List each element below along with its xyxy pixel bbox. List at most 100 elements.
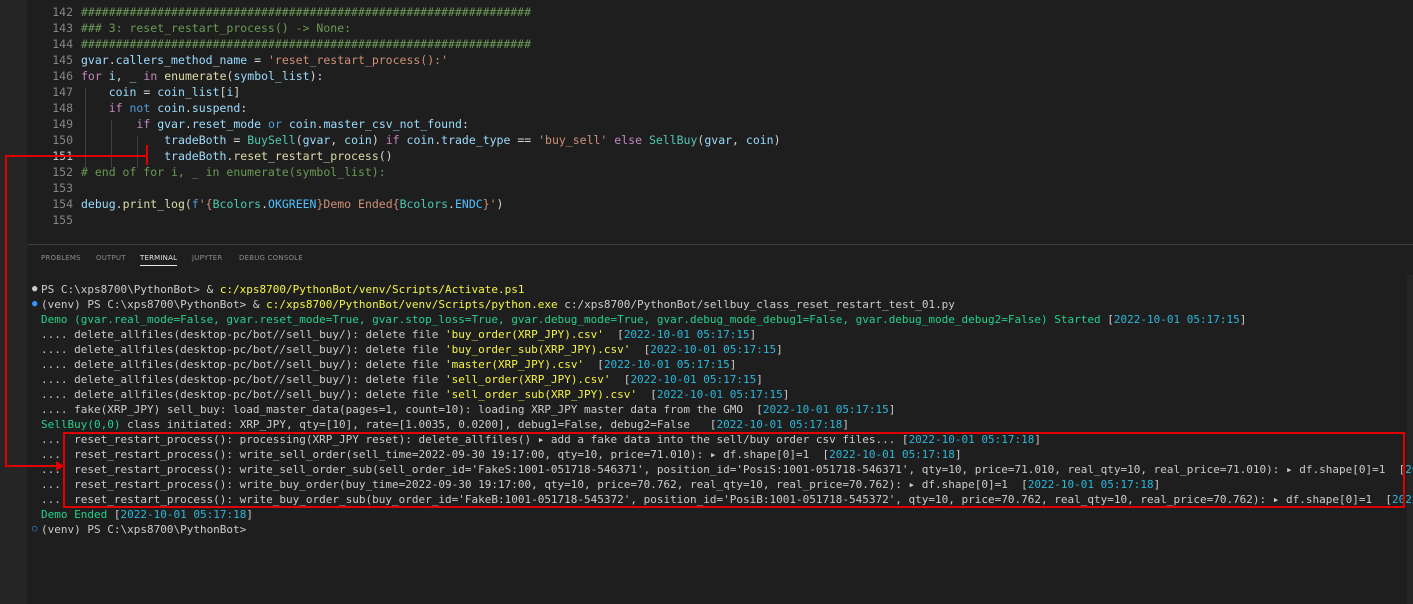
code-line[interactable]: 152 # end of for i, _ in enumerate(symbol… <box>27 164 1413 180</box>
code-token: == <box>510 133 539 147</box>
code-line[interactable]: 155 <box>27 212 1413 228</box>
code-line[interactable]: 154 debug.print_log(f'{Bcolors.OKGREEN}De… <box>27 196 1413 212</box>
terminal-text: [ <box>610 373 631 386</box>
annotation-highlight-box <box>63 432 1405 508</box>
code-token: ########################################… <box>81 5 532 19</box>
terminal-text: PS C:\xps8700\PythonBot> & <box>41 283 220 296</box>
code-token: suspend <box>191 101 241 115</box>
line-number: 146 <box>52 69 73 83</box>
code-token: gvar <box>302 133 331 147</box>
code-line[interactable]: 143 ### 3: reset_restart_process() -> Non… <box>27 20 1413 36</box>
code-token: = <box>247 53 268 67</box>
code-line[interactable]: 153 <box>27 180 1413 196</box>
annotation-connector <box>5 155 147 157</box>
code-token: = <box>136 85 158 99</box>
code-token: coin <box>406 133 435 147</box>
code-token: : <box>461 117 469 131</box>
code-line[interactable]: 149 if gvar.reset_mode or coin.master_cs… <box>27 116 1413 132</box>
line-number: 152 <box>52 165 73 179</box>
line-number: 153 <box>52 181 73 195</box>
tab-jupyter[interactable]: JUPYTER <box>192 254 223 262</box>
annotation-connector <box>5 155 7 466</box>
line-number: 145 <box>52 53 73 67</box>
tab-terminal[interactable]: TERMINAL <box>140 254 178 266</box>
code-token: . <box>184 117 192 131</box>
code-editor[interactable]: 142 #####################################… <box>27 0 1413 244</box>
annotation-connector <box>5 465 57 467</box>
terminal-text: [ <box>1107 313 1114 326</box>
terminal-text: ] <box>749 328 757 341</box>
code-token: debug <box>81 197 116 211</box>
terminal-text: c:/xps8700/PythonBot/venv/Scripts/Activa… <box>219 283 525 296</box>
terminal-text: ] <box>776 343 783 356</box>
command-status-icon[interactable]: ● <box>32 297 37 312</box>
line-number: 150 <box>52 133 73 147</box>
code-token: master_csv_not_found <box>323 117 462 131</box>
code-token: if <box>108 101 123 115</box>
code-token: 'reset_restart_process():' <box>267 53 448 67</box>
code-token: coin <box>288 117 317 131</box>
code-token: . <box>448 197 455 211</box>
terminal-text: 2022-10-01 05:17:18 <box>120 508 247 521</box>
code-token: BuySell <box>247 133 296 147</box>
code-line[interactable]: 144 #####################################… <box>27 36 1413 52</box>
code-token: , <box>732 133 746 147</box>
code-line[interactable]: 142 #####################################… <box>27 4 1413 20</box>
code-token: . <box>261 197 269 211</box>
terminal-text: [ <box>584 358 604 371</box>
code-token: if <box>385 133 400 147</box>
terminal-text: .... delete_allfiles(desktop-pc/bot//sel… <box>41 388 445 401</box>
terminal-text: .... delete_allfiles(desktop-pc/bot//sel… <box>41 373 445 386</box>
line-number: 149 <box>52 117 73 131</box>
code-token: Bcolors <box>212 197 262 211</box>
code-text: for i, _ in enumerate(symbol_list): <box>81 68 323 84</box>
code-token: ) <box>496 197 504 211</box>
terminal-line: .... delete_allfiles(desktop-pc/bot//sel… <box>41 342 783 357</box>
code-line[interactable]: 148 if not coin.suspend: <box>27 100 1413 116</box>
line-number: 143 <box>52 21 73 35</box>
terminal-text: 2022-10-01 05:17:18 <box>716 418 843 431</box>
command-status-icon[interactable]: ● <box>32 282 37 297</box>
terminal-text: [ <box>603 328 624 341</box>
code-token: ( <box>184 197 192 211</box>
terminal-text: (venv) PS C:\xps8700\PythonBot> <box>41 523 247 536</box>
terminal-text: Demo (gvar.real_mode=False, gvar.reset_m… <box>41 313 1108 326</box>
code-token: symbol_list <box>233 69 310 83</box>
terminal-text: .... delete_allfiles(desktop-pc/bot//sel… <box>41 343 445 356</box>
code-token: }Demo Ended{ <box>316 197 400 211</box>
terminal-text: .... fake(XRP_JPY) sell_buy: load_master… <box>41 403 763 416</box>
terminal-text: 2022-10-01 05:17:18 <box>1405 463 1413 476</box>
line-number: 147 <box>52 85 73 99</box>
tab-output[interactable]: OUTPUT <box>96 254 126 262</box>
terminal-text: ] <box>729 358 737 371</box>
code-token: ) <box>773 133 781 147</box>
code-text: coin = coin_list[i] <box>81 84 241 100</box>
code-line[interactable]: 150 tradeBoth = BuySell(gvar, coin) if c… <box>27 132 1413 148</box>
command-status-icon[interactable]: ○ <box>32 522 37 537</box>
code-token: () <box>378 149 393 163</box>
code-token: OKGREEN <box>268 197 317 211</box>
terminal-text: ] <box>246 508 253 521</box>
code-line[interactable]: 146 for i, _ in enumerate(symbol_list): <box>27 68 1413 84</box>
code-token: coin <box>745 133 774 147</box>
terminal-text: 'buy_order(XRP_JPY).csv' <box>444 328 604 341</box>
tab-problems[interactable]: PROBLEMS <box>41 254 81 262</box>
code-line[interactable]: 151 tradeBoth.reset_restart_process() <box>27 148 1413 164</box>
code-line[interactable]: 145 gvar.callers_method_name = 'reset_res… <box>27 52 1413 68</box>
terminal-line: (venv) PS C:\xps8700\PythonBot> & c:/xps… <box>41 297 955 312</box>
code-token: ( <box>295 133 303 147</box>
line-number: 148 <box>52 101 73 115</box>
terminal-text: 'sell_order(XRP_JPY).csv' <box>444 373 611 386</box>
code-token: '{ <box>198 197 213 211</box>
code-token: gvar <box>81 53 109 67</box>
code-token: ### 3: reset_restart_process() -> None: <box>81 21 352 35</box>
terminal-text: [ <box>630 343 651 356</box>
code-token: in <box>143 69 158 83</box>
code-token: }' <box>482 197 497 211</box>
code-line[interactable]: 147 coin = coin_list[i] <box>27 84 1413 100</box>
tab-debug-console[interactable]: DEBUG CONSOLE <box>239 254 303 262</box>
code-token: trade_type <box>441 133 511 147</box>
code-text: gvar.callers_method_name = 'reset_restar… <box>81 52 448 68</box>
